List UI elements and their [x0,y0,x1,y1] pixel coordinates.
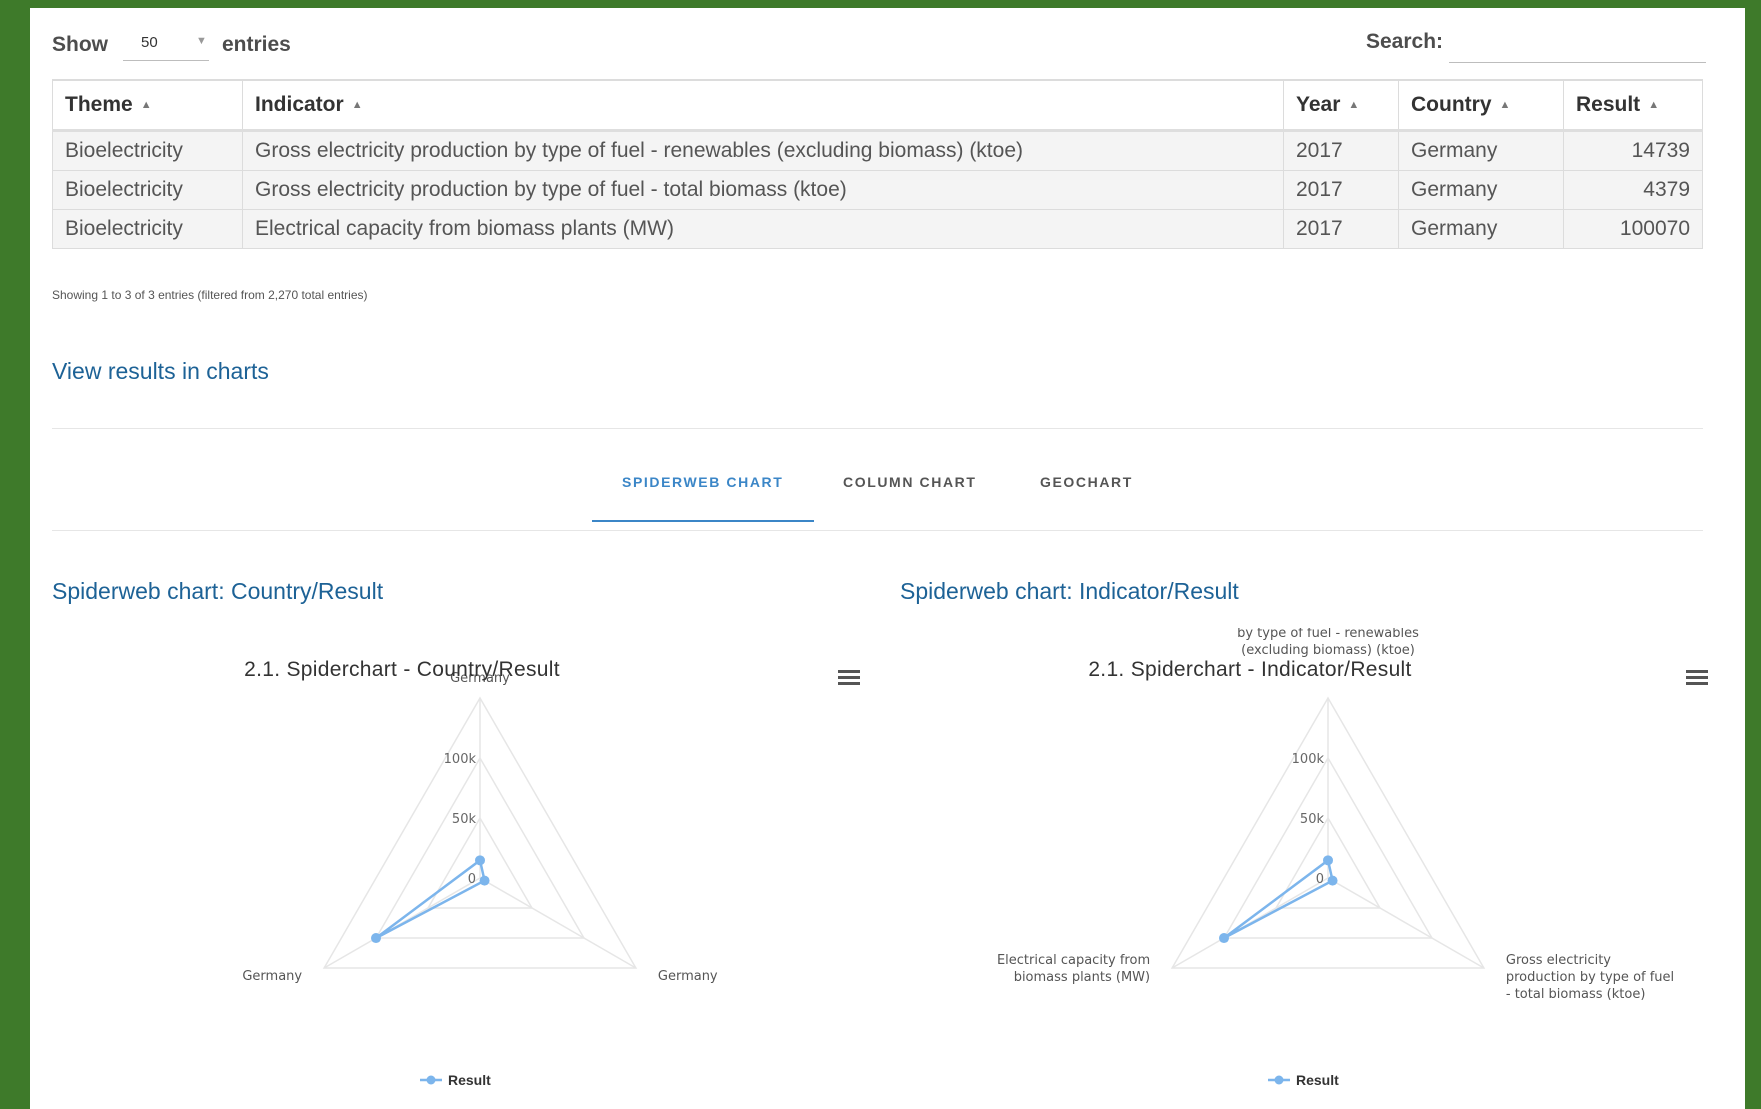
col-header-country[interactable]: Country ▲ [1398,79,1564,132]
data-point[interactable] [1219,933,1230,944]
category-label-line: by type of fuel - renewables [1237,628,1419,641]
table-header-row: Theme ▲ Indicator ▲ Year ▲ Country ▲ Result ▲ [52,79,1703,132]
cell-country: Germany [1398,130,1564,171]
y-tick-label: 50k [452,812,477,827]
category-label-line: Gross electricity [1506,953,1611,968]
category-label-line: Germany [242,969,302,984]
entries-label: entries [222,33,291,56]
col-header-result[interactable]: Result ▲ [1563,79,1703,132]
cell-country: Germany [1398,170,1564,210]
table-row: Bioelectricity Gross electricity product… [52,170,1703,210]
cell-indicator: Electrical capacity from biomass plants … [242,209,1284,249]
sort-asc-icon: ▲ [1499,99,1511,111]
chevron-down-icon: ▼ [196,35,207,47]
spiderweb-chart-indicator: 050k100kGross electricity productionby t… [900,628,1708,1108]
search-label: Search: [1366,30,1444,53]
active-tab-indicator [592,520,814,522]
col-header-indicator[interactable]: Indicator ▲ [242,79,1284,132]
data-point[interactable] [371,933,382,944]
data-point[interactable] [479,875,490,886]
category-label: Gross electricity production by type of f… [1506,953,1674,1002]
category-label-line: Electrical capacity from [997,953,1150,968]
cell-year: 2017 [1283,170,1399,210]
chart-title: 2.1. Spiderchart - Country/Result [244,658,560,681]
table-info: Showing 1 to 3 of 3 entries (filtered fr… [52,288,368,302]
entries-select-value: 50 [141,34,158,51]
search-input[interactable] [1449,24,1706,63]
spiderweb-chart-country: 0 50k 100k Germany Germany Germany Result 2.1.… [52,628,860,1108]
tab-spiderweb-chart[interactable]: SPIDERWEB CHART [622,474,783,490]
category-label-line: - total biomass (ktoe) [1506,987,1646,1002]
cell-result: 14739 [1563,130,1703,171]
chart-menu-icon[interactable] [838,670,860,686]
category-label-line: (excluding biomass) (ktoe) [1241,643,1415,658]
data-point[interactable] [1323,855,1333,866]
cell-year: 2017 [1283,209,1399,249]
tab-column-chart[interactable]: COLUMN CHART [843,474,977,490]
legend-marker [426,1075,436,1085]
axis-spoke [479,877,637,969]
category-label: Germany [242,969,302,984]
cell-theme: Bioelectricity [52,130,243,171]
category-label-line: production by type of fuel [1506,970,1674,985]
data-point[interactable] [1327,875,1338,886]
sort-asc-icon: ▲ [351,99,363,111]
spiderweb-chart-indicator-svg: 050k100kGross electricity productionby t… [997,628,1674,1088]
cell-country: Germany [1398,209,1564,249]
category-label-line: Germany [658,969,718,984]
col-header-theme[interactable]: Theme ▲ [52,79,243,132]
cell-result: 100070 [1563,209,1703,249]
content-panel: Show 50 ▼ entries Search: Theme ▲ Indicat… [30,8,1745,1109]
legend-item[interactable]: Result [1296,1072,1339,1088]
cell-year: 2017 [1283,130,1399,171]
cell-result: 4379 [1563,170,1703,210]
show-label: Show [52,33,108,56]
table-row: Bioelectricity Electrical capacity from … [52,209,1703,249]
sort-asc-icon: ▲ [140,99,152,111]
chart-heading-country: Spiderweb chart: Country/Result [52,578,384,604]
chart-title: 2.1. Spiderchart - Indicator/Result [1088,658,1412,681]
legend-item[interactable]: Result [448,1072,491,1088]
data-point[interactable] [475,855,485,866]
divider [52,428,1703,429]
cell-indicator: Gross electricity production by type of … [242,130,1284,171]
axis-spoke [1327,877,1485,969]
tabs-divider [52,530,1703,531]
cell-theme: Bioelectricity [52,209,243,249]
category-label: Electrical capacity from biomass plants (… [997,953,1150,985]
col-header-year[interactable]: Year ▲ [1283,79,1399,132]
category-label: Gross electricity productionby type of f… [1237,628,1419,658]
legend-marker [1274,1075,1284,1085]
spiderweb-chart-country-svg: 050k100kGermanyGermanyGermanyResult [242,671,718,1088]
sort-asc-icon: ▲ [1648,99,1660,111]
cell-indicator: Gross electricity production by type of … [242,170,1284,210]
entries-select[interactable]: 50 ▼ [123,26,209,61]
category-label: Germany [658,969,718,984]
tab-geochart[interactable]: GEOCHART [1040,474,1133,490]
category-label-line: biomass plants (MW) [1014,970,1150,985]
results-table: Theme ▲ Indicator ▲ Year ▲ Country ▲ Result ▲… [52,79,1703,249]
y-tick-label: 100k [444,752,477,767]
chart-menu-icon[interactable] [1686,670,1708,686]
y-tick-label: 100k [1292,752,1325,767]
cell-theme: Bioelectricity [52,170,243,210]
chart-heading-indicator: Spiderweb chart: Indicator/Result [900,578,1239,604]
y-tick-label: 50k [1300,812,1325,827]
table-row: Bioelectricity Gross electricity product… [52,130,1703,171]
sort-asc-icon: ▲ [1348,99,1360,111]
view-results-heading: View results in charts [52,358,269,384]
